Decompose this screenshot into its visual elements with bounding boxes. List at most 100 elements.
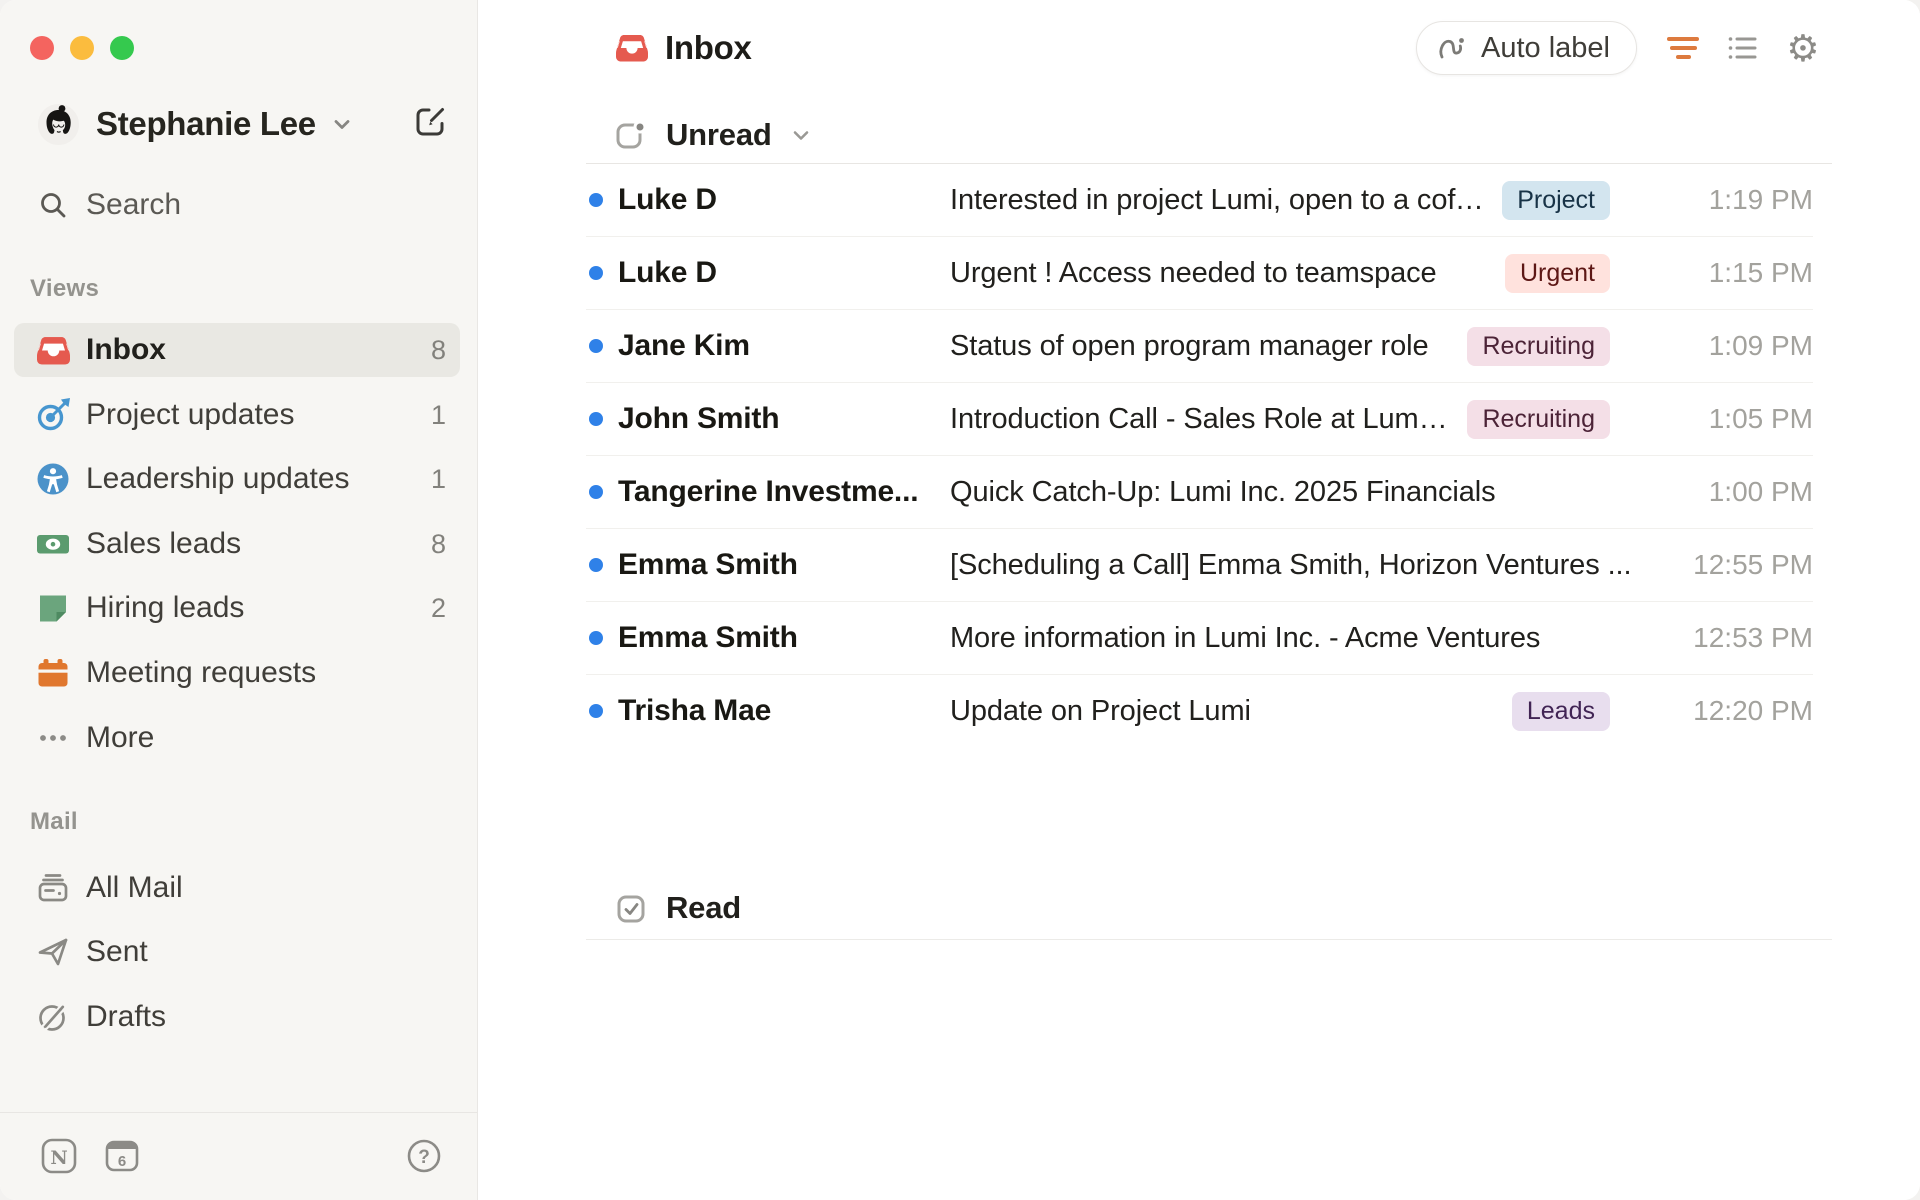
email-subject: Introduction Call - Sales Role at Lumi I… (950, 402, 1450, 435)
search-icon (36, 188, 70, 222)
unread-count: 8 (430, 528, 446, 559)
email-time: 1:05 PM (1708, 403, 1813, 434)
unread-dot (589, 704, 603, 718)
email-subject: Interested in project Lumi, open to a co… (950, 183, 1485, 216)
unread-dot (589, 266, 603, 280)
unread-count: 1 (430, 463, 446, 494)
inbox-icon (616, 32, 648, 64)
sidebar-item-hiring-leads[interactable]: Hiring leads 2 (14, 581, 460, 635)
email-row[interactable]: Jane Kim Status of open program manager … (586, 310, 1813, 383)
label-badge: Recruiting (1467, 399, 1610, 439)
notion-logo-icon[interactable]: N (40, 1137, 78, 1175)
svg-text:?: ? (418, 1147, 430, 1168)
sidebar-item-sales-leads[interactable]: Sales leads 8 (14, 517, 460, 571)
sidebar-item-sent[interactable]: Sent (14, 925, 460, 979)
unread-dot (589, 631, 603, 645)
email-row[interactable]: Luke D Urgent ! Access needed to teamspa… (586, 237, 1813, 310)
sidebar-item-label: Drafts (86, 1000, 167, 1033)
label-badge: Recruiting (1467, 326, 1610, 366)
account-switcher[interactable]: Stephanie Lee (0, 98, 477, 150)
email-row[interactable]: Trisha Mae Update on Project Lumi Leads … (586, 675, 1813, 747)
unread-count: 2 (430, 592, 446, 623)
email-subject: More information in Lumi Inc. - Acme Ven… (950, 621, 1541, 654)
email-subject: Status of open program manager role (950, 329, 1429, 362)
page-title: Inbox (665, 29, 752, 66)
sidebar-item-label: All Mail (86, 871, 183, 904)
calendar-icon (36, 656, 70, 690)
email-time: 1:00 PM (1708, 476, 1813, 507)
unread-group-header[interactable]: Unread (586, 107, 1832, 164)
email-subject: Quick Catch-Up: Lumi Inc. 2025 Financial… (950, 475, 1496, 508)
sidebar-item-leadership-updates[interactable]: Leadership updates 1 (14, 452, 460, 506)
target-icon (36, 398, 70, 432)
email-list: Luke D Interested in project Lumi, open … (586, 164, 1832, 747)
drafts-icon (36, 1000, 70, 1034)
email-sender: Emma Smith (618, 621, 798, 654)
email-time: 1:09 PM (1708, 330, 1813, 361)
sidebar-item-label: Sales leads (86, 527, 242, 560)
email-sender: Luke D (618, 256, 717, 289)
inbox-icon (36, 333, 70, 367)
sidebar-item-all-mail[interactable]: All Mail (14, 861, 460, 915)
unread-group-label: Unread (666, 117, 772, 152)
sidebar-item-drafts[interactable]: Drafts (14, 990, 460, 1044)
email-time: 12:20 PM (1693, 695, 1813, 726)
auto-label-button[interactable]: Auto label (1416, 21, 1637, 75)
email-row[interactable]: Emma Smith More information in Lumi Inc.… (586, 602, 1813, 675)
note-icon (36, 591, 70, 625)
email-time: 1:19 PM (1708, 184, 1813, 215)
email-row[interactable]: Luke D Interested in project Lumi, open … (586, 164, 1813, 237)
email-time: 12:55 PM (1693, 549, 1813, 580)
gear-icon[interactable]: ⚙ (1784, 29, 1822, 67)
compose-icon[interactable] (413, 105, 447, 139)
sidebar-item-label: Inbox (86, 333, 166, 366)
calendar-app-icon[interactable]: 6 (103, 1137, 141, 1175)
read-group-header[interactable]: Read (586, 877, 1832, 940)
sidebar-item-more[interactable]: More (14, 711, 460, 765)
email-subject: [Scheduling a Call] Emma Smith, Horizon … (950, 548, 1632, 581)
section-title-mail: Mail (30, 808, 78, 835)
label-badge: Urgent (1504, 253, 1610, 293)
money-icon (36, 527, 70, 561)
sidebar: Stephanie Lee Search Views Inbox 8 Proje… (0, 0, 478, 1200)
chevron-down-icon (330, 112, 354, 141)
unread-filter-icon (615, 120, 647, 150)
main-header: Inbox Auto label ⚙ (586, 20, 1832, 76)
unread-count: 8 (430, 334, 446, 365)
email-sender: Jane Kim (618, 329, 750, 362)
unread-dot (589, 193, 603, 207)
sidebar-item-meeting-requests[interactable]: Meeting requests (14, 646, 460, 700)
email-row[interactable]: John Smith Introduction Call - Sales Rol… (586, 383, 1813, 456)
notion-n: N (50, 1147, 67, 1169)
email-row[interactable]: Tangerine Investme... Quick Catch-Up: Lu… (586, 456, 1813, 529)
list-view-icon[interactable] (1724, 29, 1762, 67)
svg-text:6: 6 (118, 1153, 126, 1170)
filter-icon[interactable] (1664, 29, 1702, 67)
read-checkbox-icon (615, 893, 645, 923)
sidebar-item-label: Project updates (86, 398, 295, 431)
sidebar-item-project-updates[interactable]: Project updates 1 (14, 388, 460, 442)
sidebar-item-label: Hiring leads (86, 591, 245, 624)
sidebar-item-label: Sent (86, 935, 148, 968)
zoom-window-button[interactable] (110, 36, 134, 60)
email-time: 1:15 PM (1708, 257, 1813, 288)
sidebar-item-label: More (86, 721, 155, 754)
close-window-button[interactable] (30, 36, 54, 60)
help-icon[interactable]: ? (405, 1137, 443, 1175)
unread-dot (589, 485, 603, 499)
email-subject: Update on Project Lumi (950, 694, 1251, 727)
sidebar-item-label: Meeting requests (86, 656, 317, 689)
minimize-window-button[interactable] (70, 36, 94, 60)
sidebar-item-inbox[interactable]: Inbox 8 (14, 323, 460, 377)
window-controls (30, 36, 134, 60)
section-title-views: Views (30, 275, 100, 302)
auto-label-icon (1435, 31, 1469, 65)
email-sender: Luke D (618, 183, 717, 216)
send-icon (36, 935, 70, 969)
email-subject: Urgent ! Access needed to teamspace (950, 256, 1437, 289)
email-row[interactable]: Emma Smith [Scheduling a Call] Emma Smit… (586, 529, 1813, 602)
more-dots-icon (36, 721, 70, 755)
email-sender: Emma Smith (618, 548, 798, 581)
email-time: 12:53 PM (1693, 622, 1813, 653)
search-button[interactable]: Search (14, 180, 460, 230)
